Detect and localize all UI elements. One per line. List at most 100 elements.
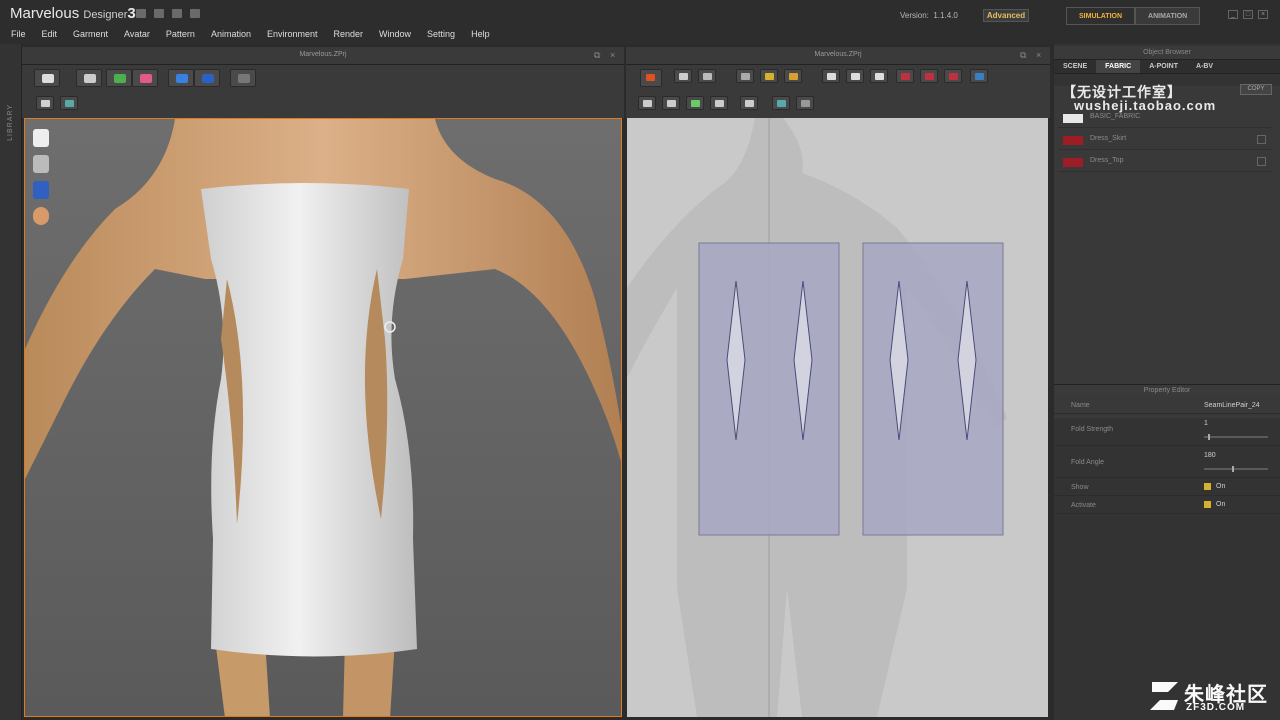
free-sewing-tool[interactable]	[686, 96, 704, 110]
fabric-list: BASIC_FABRIC Dress_Skirt Dress_Top	[1054, 86, 1280, 418]
version-label: Version: 1.1.4.0	[900, 11, 958, 20]
save-icon[interactable]	[136, 9, 146, 18]
viewport-2d-pattern[interactable]	[627, 118, 1048, 717]
fabric-swatch	[1063, 136, 1083, 145]
fold-strength-field[interactable]: 1	[1204, 420, 1208, 427]
tab-a-point[interactable]: A-POINT	[1140, 60, 1187, 73]
tab-a-bv[interactable]: A-BV	[1187, 60, 1222, 73]
pattern-piece-front[interactable]	[698, 242, 840, 536]
menu-help[interactable]: Help	[471, 28, 490, 44]
pattern-canvas	[627, 118, 1007, 717]
fold-tool[interactable]	[194, 69, 220, 87]
viewport-side-icons	[33, 129, 49, 225]
internal-poly-tool[interactable]	[920, 69, 938, 83]
grid-icon[interactable]	[60, 96, 78, 110]
library-label: LIBRARY	[7, 104, 14, 141]
minimize-icon[interactable]: _	[1228, 10, 1238, 19]
move-down-tool[interactable]	[34, 69, 60, 87]
menu-render[interactable]: Render	[334, 28, 364, 44]
prop-fold-angle-row: Fold Angle 180	[1054, 446, 1280, 478]
pin-2d-tool[interactable]	[740, 96, 758, 110]
right-panel: Object Browser SCENE FABRIC A-POINT A-BV…	[1054, 44, 1280, 720]
refresh-icon[interactable]	[640, 69, 662, 87]
garment-tool-pink[interactable]	[132, 69, 158, 87]
arrange-tool[interactable]	[168, 69, 194, 87]
head-icon[interactable]	[33, 207, 49, 225]
tab-fabric[interactable]: FABRIC	[1096, 60, 1141, 73]
menu-file[interactable]: File	[11, 28, 26, 44]
shirt-icon[interactable]	[33, 129, 49, 147]
app-logo: Marvelous Designer3	[10, 5, 136, 22]
maximize-icon[interactable]: □	[1243, 10, 1253, 19]
float-icon[interactable]: ⧉	[1020, 50, 1026, 61]
pattern-piece-back[interactable]	[862, 242, 1004, 536]
prop-name-field[interactable]: SeamLinePair_24	[1204, 402, 1260, 409]
select-tool[interactable]	[674, 69, 692, 83]
corner-logo-en: ZF3D.COM	[1186, 702, 1246, 713]
library-sidebar[interactable]: LIBRARY	[0, 44, 22, 720]
pattern-view-icon[interactable]	[33, 181, 49, 199]
edit-sewing-tool[interactable]	[710, 96, 728, 110]
garment-tool-green[interactable]	[106, 69, 132, 87]
tab-simulation[interactable]: SIMULATION	[1066, 7, 1136, 25]
menu-bar: File Edit Garment Avatar Pattern Animati…	[0, 28, 1280, 44]
fabric-name: Dress_Top	[1090, 157, 1124, 164]
fabric-options-icon[interactable]	[1257, 157, 1266, 166]
dart-tool[interactable]	[970, 69, 988, 83]
list-item[interactable]: Dress_Top	[1058, 152, 1272, 172]
fold-angle-slider[interactable]	[1204, 466, 1268, 472]
redo-icon[interactable]	[190, 9, 200, 18]
show-checkbox[interactable]	[1204, 483, 1211, 490]
quick-access-toolbar	[136, 9, 200, 18]
activate-checkbox[interactable]	[1204, 501, 1211, 508]
edit-point-tool[interactable]	[736, 69, 754, 83]
prop-activate-row: Activate On	[1054, 496, 1280, 514]
close-panel-icon[interactable]: ×	[610, 50, 615, 60]
viewport-3d[interactable]	[24, 118, 622, 717]
transform-tool[interactable]	[698, 69, 716, 83]
undo-icon[interactable]	[172, 9, 182, 18]
menu-window[interactable]: Window	[379, 28, 411, 44]
select-move-tool[interactable]	[76, 69, 102, 87]
toolbar-3d	[22, 65, 624, 118]
grid-icon[interactable]	[772, 96, 790, 110]
avatar-icon[interactable]	[33, 155, 49, 173]
close-icon[interactable]: ×	[1258, 10, 1268, 19]
menu-avatar[interactable]: Avatar	[124, 28, 150, 44]
menu-setting[interactable]: Setting	[427, 28, 455, 44]
curve-point-tool[interactable]	[784, 69, 802, 83]
open-icon[interactable]	[154, 9, 164, 18]
menu-animation[interactable]: Animation	[211, 28, 251, 44]
fold-angle-field[interactable]: 180	[1204, 452, 1216, 459]
menu-edit[interactable]: Edit	[42, 28, 58, 44]
add-point-tool[interactable]	[760, 69, 778, 83]
fold-strength-slider[interactable]	[1204, 434, 1268, 440]
prop-name-row: Name SeamLinePair_24	[1054, 398, 1280, 414]
menu-garment[interactable]: Garment	[73, 28, 108, 44]
play-icon[interactable]	[36, 96, 54, 110]
polygon-tool[interactable]	[846, 69, 864, 83]
property-editor-title: Property Editor	[1054, 384, 1280, 396]
window-controls: _ □ ×	[1228, 10, 1268, 19]
avatar-silhouette-toggle[interactable]	[796, 96, 814, 110]
show-value: On	[1216, 483, 1226, 490]
menu-pattern[interactable]: Pattern	[166, 28, 195, 44]
menu-environment[interactable]: Environment	[267, 28, 318, 44]
pin-tool[interactable]	[230, 69, 256, 87]
internal-circle-tool[interactable]	[944, 69, 962, 83]
tab-scene[interactable]: SCENE	[1054, 60, 1096, 73]
seam-tool[interactable]	[638, 96, 656, 110]
fabric-options-icon[interactable]	[1257, 135, 1266, 144]
internal-rect-tool[interactable]	[896, 69, 914, 83]
list-item[interactable]: Dress_Skirt	[1058, 130, 1272, 150]
segment-sewing-tool[interactable]	[662, 96, 680, 110]
close-panel-icon[interactable]: ×	[1036, 50, 1041, 60]
copy-button[interactable]: COPY	[1240, 84, 1272, 95]
rectangle-tool[interactable]	[822, 69, 840, 83]
fabric-swatch	[1063, 114, 1083, 123]
circle-tool[interactable]	[870, 69, 888, 83]
panel-title-2d: Marvelous.ZPrj	[814, 51, 862, 58]
edition-badge: Advanced	[983, 9, 1029, 22]
tab-animation[interactable]: ANIMATION	[1135, 7, 1201, 25]
float-icon[interactable]: ⧉	[594, 50, 600, 61]
